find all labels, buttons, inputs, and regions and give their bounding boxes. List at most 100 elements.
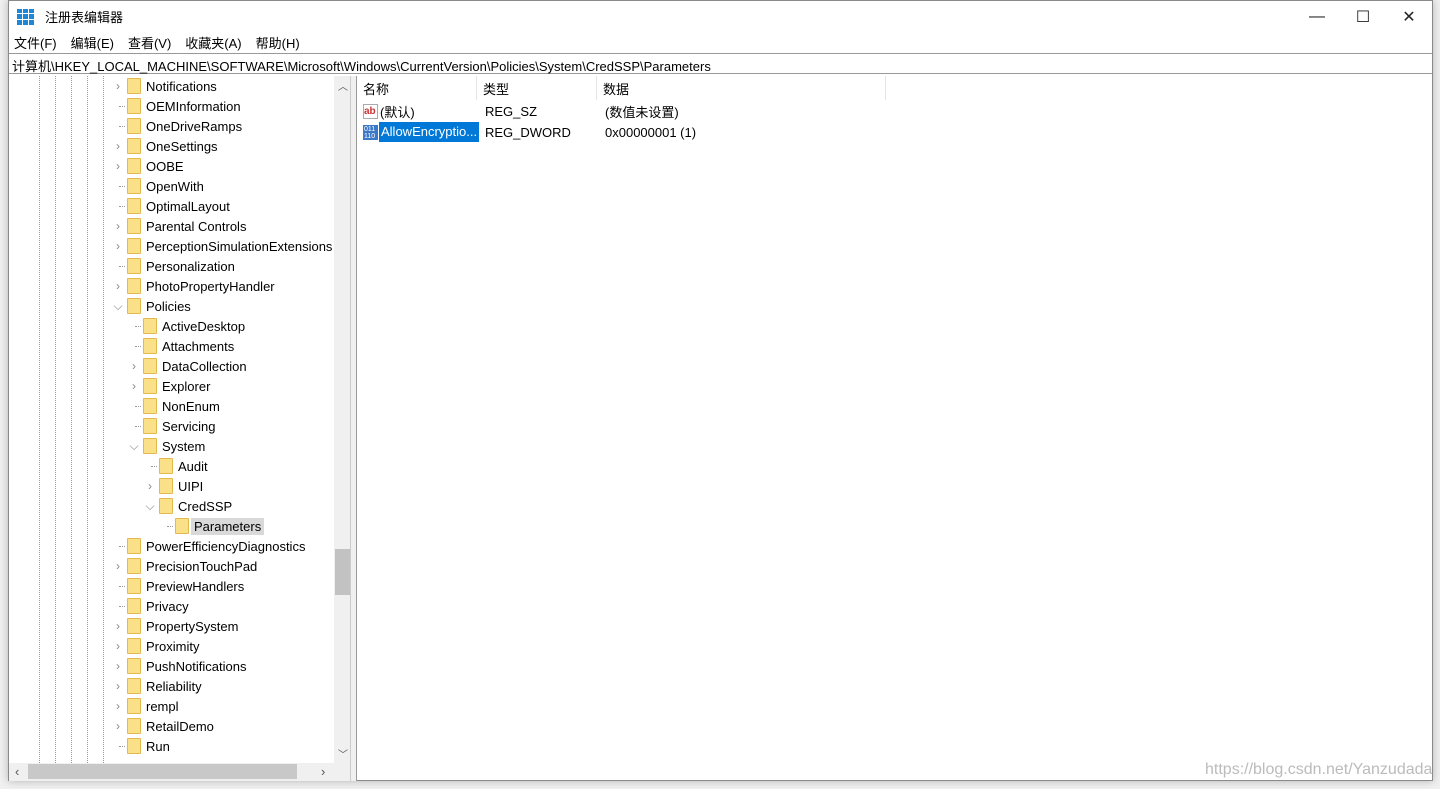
- tree-item[interactable]: PreviewHandlers: [9, 576, 334, 596]
- chevron-right-icon[interactable]: ›: [113, 279, 123, 293]
- value-data: (数值未设置): [605, 104, 679, 120]
- tree-item[interactable]: Attachments: [9, 336, 334, 356]
- scroll-right-arrow[interactable]: ›: [321, 764, 325, 779]
- chevron-right-icon[interactable]: ›: [113, 719, 123, 733]
- window-title: 注册表编辑器: [45, 10, 124, 25]
- chevron-right-icon[interactable]: ›: [113, 159, 123, 173]
- tree-item[interactable]: OneDriveRamps: [9, 116, 334, 136]
- tree-vertical-scrollbar[interactable]: ︿ ﹀: [334, 76, 350, 763]
- chevron-right-icon[interactable]: ›: [113, 219, 123, 233]
- tree-item-label: Run: [146, 738, 170, 754]
- tree-item-label: NonEnum: [162, 398, 220, 414]
- chevron-right-icon[interactable]: ›: [113, 639, 123, 653]
- tree-guide-line: [119, 546, 125, 547]
- tree-item[interactable]: NonEnum: [9, 396, 334, 416]
- tree-item[interactable]: OpenWith: [9, 176, 334, 196]
- chevron-right-icon[interactable]: ›: [113, 659, 123, 673]
- tree-item[interactable]: › PhotoPropertyHandler: [9, 276, 334, 296]
- scroll-up-arrow[interactable]: ︿: [338, 78, 348, 93]
- scroll-thumb[interactable]: [28, 764, 297, 779]
- tree-item-label: CredSSP: [178, 498, 233, 514]
- column-header-type[interactable]: 类型: [477, 76, 597, 100]
- tree-guide-line: [167, 526, 173, 527]
- scroll-left-arrow[interactable]: ‹: [15, 764, 19, 779]
- tree-item-label: UIPI: [178, 478, 204, 494]
- title-bar: 注册表编辑器 — ☐ ✕: [9, 1, 1432, 32]
- tree-item[interactable]: › Explorer: [9, 376, 334, 396]
- menu-favorites[interactable]: 收藏夹(A): [185, 33, 241, 52]
- tree-guide-line: [119, 186, 125, 187]
- value-name: (默认): [380, 104, 415, 120]
- tree-item[interactable]: › UIPI: [9, 476, 334, 496]
- chevron-right-icon[interactable]: ›: [113, 699, 123, 713]
- tree-item[interactable]: ⌵ Policies: [9, 296, 334, 316]
- maximize-button[interactable]: ☐: [1340, 1, 1386, 32]
- tree-horizontal-scrollbar[interactable]: ‹ ›: [9, 763, 350, 781]
- tree-item[interactable]: › OOBE: [9, 156, 334, 176]
- column-header-data[interactable]: 数据: [597, 76, 886, 100]
- tree-item[interactable]: › PerceptionSimulationExtensions: [9, 236, 334, 256]
- key-tree: › Notifications OEMInformation OneDriveRamp…: [9, 76, 351, 781]
- tree-item[interactable]: › DataCollection: [9, 356, 334, 376]
- menu-edit[interactable]: 编辑(E): [71, 33, 114, 52]
- tree-item[interactable]: PowerEfficiencyDiagnostics: [9, 536, 334, 556]
- tree-item-label: OEMInformation: [146, 98, 241, 114]
- chevron-right-icon[interactable]: ›: [113, 679, 123, 693]
- scroll-thumb[interactable]: [335, 549, 350, 595]
- tree-item[interactable]: › Proximity: [9, 636, 334, 656]
- chevron-right-icon[interactable]: ›: [145, 479, 155, 493]
- registry-editor-window: 注册表编辑器 — ☐ ✕ 文件(F) 编辑(E) 查看(V) 收藏夹(A) 帮助…: [8, 0, 1433, 781]
- menu-view[interactable]: 查看(V): [128, 33, 171, 52]
- chevron-down-icon[interactable]: ⌵: [129, 439, 139, 454]
- tree-item-label: Notifications: [146, 78, 217, 94]
- tree-item[interactable]: › OneSettings: [9, 136, 334, 156]
- tree-item[interactable]: › rempl: [9, 696, 334, 716]
- tree-item[interactable]: Parameters: [9, 516, 334, 536]
- tree-item[interactable]: › Reliability: [9, 676, 334, 696]
- tree-item[interactable]: Privacy: [9, 596, 334, 616]
- scroll-down-arrow[interactable]: ﹀: [338, 746, 348, 761]
- tree-item[interactable]: ⌵ CredSSP: [9, 496, 334, 516]
- menu-help[interactable]: 帮助(H): [256, 33, 300, 52]
- chevron-right-icon[interactable]: ›: [113, 239, 123, 253]
- tree-item[interactable]: OEMInformation: [9, 96, 334, 116]
- tree-item-label: OneDriveRamps: [146, 118, 243, 134]
- tree-item[interactable]: Run: [9, 736, 334, 756]
- tree-item[interactable]: › RetailDemo: [9, 716, 334, 736]
- folder-icon: [127, 658, 141, 674]
- values-list: 名称 类型 数据 ab (默认) REG_SZ (数值未设置) 011 110 A…: [357, 76, 1432, 781]
- tree-item[interactable]: ⌵ System: [9, 436, 334, 456]
- chevron-right-icon[interactable]: ›: [113, 139, 123, 153]
- chevron-right-icon[interactable]: ›: [113, 79, 123, 93]
- value-row[interactable]: ab (默认) REG_SZ (数值未设置): [357, 101, 857, 121]
- folder-icon: [143, 318, 157, 334]
- folder-icon: [143, 398, 157, 414]
- folder-icon: [159, 498, 173, 514]
- tree-item[interactable]: ActiveDesktop: [9, 316, 334, 336]
- chevron-right-icon[interactable]: ›: [129, 379, 139, 393]
- tree-item-label: PrecisionTouchPad: [146, 558, 258, 574]
- tree-item[interactable]: Audit: [9, 456, 334, 476]
- tree-item[interactable]: › Notifications: [9, 76, 334, 96]
- chevron-right-icon[interactable]: ›: [113, 619, 123, 633]
- minimize-button[interactable]: —: [1294, 1, 1340, 32]
- address-bar[interactable]: 计算机\HKEY_LOCAL_MACHINE\SOFTWARE\Microsof…: [9, 53, 1432, 74]
- chevron-right-icon[interactable]: ›: [129, 359, 139, 373]
- value-row[interactable]: 011 110 AllowEncryptio... REG_DWORD 0x000…: [357, 122, 857, 142]
- value-data: 0x00000001 (1): [605, 124, 697, 140]
- menu-file[interactable]: 文件(F): [14, 33, 57, 52]
- tree-item[interactable]: › PrecisionTouchPad: [9, 556, 334, 576]
- close-button[interactable]: ✕: [1386, 1, 1432, 32]
- tree-guide-line: [135, 406, 141, 407]
- tree-item[interactable]: › PropertySystem: [9, 616, 334, 636]
- chevron-right-icon[interactable]: ›: [113, 559, 123, 573]
- tree-item[interactable]: › PushNotifications: [9, 656, 334, 676]
- tree-item[interactable]: Servicing: [9, 416, 334, 436]
- chevron-down-icon[interactable]: ⌵: [145, 499, 155, 514]
- column-header-name[interactable]: 名称: [357, 76, 477, 100]
- tree-item[interactable]: Personalization: [9, 256, 334, 276]
- chevron-down-icon[interactable]: ⌵: [113, 299, 123, 314]
- tree-item[interactable]: › Parental Controls: [9, 216, 334, 236]
- tree-item[interactable]: OptimalLayout: [9, 196, 334, 216]
- tree-item-label: Personalization: [146, 258, 235, 274]
